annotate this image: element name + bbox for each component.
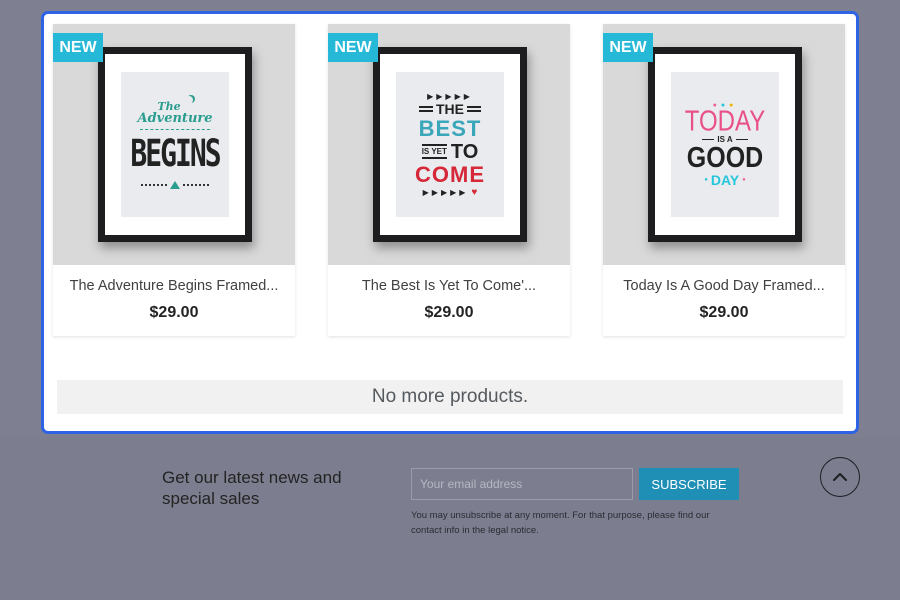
- no-more-products-message: No more products.: [57, 380, 843, 414]
- poster-frame: The Adventure BEGINS: [98, 47, 252, 242]
- poster-text: TODAY: [684, 104, 766, 138]
- poster-art: ▶▶▶▶▶ THE BEST IS YET TO COME ▶▶▶▶▶ ♥: [396, 72, 504, 217]
- chevron-up-icon: [833, 473, 847, 481]
- product-image[interactable]: NEW ●●● TODAY IS A GOOD ● DAY ●: [603, 24, 845, 265]
- poster-art: ●●● TODAY IS A GOOD ● DAY ●: [671, 72, 779, 217]
- product-list: NEW The Adventure BEGINS The Adventure B…: [53, 24, 847, 336]
- product-price: $29.00: [149, 304, 199, 321]
- moon-icon: [185, 96, 193, 104]
- new-badge: NEW: [328, 33, 378, 62]
- poster-text: THE: [436, 100, 464, 117]
- poster-frame: ●●● TODAY IS A GOOD ● DAY ●: [648, 47, 802, 242]
- dot: ●: [704, 176, 708, 183]
- stripe-rule: [419, 105, 433, 112]
- product-card[interactable]: NEW The Adventure BEGINS The Adventure B…: [53, 24, 295, 336]
- poster-text: BEST: [418, 115, 482, 141]
- new-badge: NEW: [53, 33, 103, 62]
- products-modal: NEW The Adventure BEGINS The Adventure B…: [41, 11, 859, 434]
- dot: ●: [742, 176, 746, 183]
- product-price: $29.00: [699, 304, 749, 321]
- product-title[interactable]: The Adventure Begins Framed...: [53, 278, 295, 300]
- poster-text: IS YET: [421, 144, 447, 159]
- tent-icon: [170, 181, 180, 189]
- dashed-rule: [140, 129, 210, 130]
- product-card[interactable]: NEW ●●● TODAY IS A GOOD ● DAY ● Today Is…: [603, 24, 845, 336]
- stripe-rule: [467, 105, 481, 112]
- email-input[interactable]: [411, 468, 633, 500]
- poster-art: The Adventure BEGINS: [121, 72, 229, 217]
- product-price: $29.00: [424, 304, 474, 321]
- new-badge: NEW: [603, 33, 653, 62]
- poster-text: GOOD: [686, 141, 764, 174]
- subscribe-button[interactable]: SUBSCRIBE: [639, 468, 739, 500]
- poster-text: COME: [415, 161, 485, 187]
- scroll-to-top-button[interactable]: [820, 457, 860, 497]
- product-card[interactable]: NEW ▶▶▶▶▶ THE BEST IS YET TO COME ▶▶▶▶▶ …: [328, 24, 570, 336]
- rule: [735, 138, 748, 140]
- product-title[interactable]: The Best Is Yet To Come'...: [328, 278, 570, 300]
- poster-text: TO: [450, 140, 479, 163]
- poster-frame: ▶▶▶▶▶ THE BEST IS YET TO COME ▶▶▶▶▶ ♥: [373, 47, 527, 242]
- poster-text: Adventure: [137, 111, 213, 126]
- product-image[interactable]: NEW The Adventure BEGINS: [53, 24, 295, 265]
- arrow-rule: [183, 184, 209, 186]
- heart-icon: ♥: [471, 186, 478, 198]
- product-title[interactable]: Today Is A Good Day Framed...: [603, 278, 845, 300]
- triangles-row: ▶▶▶▶▶: [422, 187, 469, 197]
- rule: [702, 138, 715, 140]
- product-image[interactable]: NEW ▶▶▶▶▶ THE BEST IS YET TO COME ▶▶▶▶▶ …: [328, 24, 570, 265]
- newsletter-heading: Get our latest news and special sales: [162, 468, 342, 508]
- legal-note: You may unsubscribe at any moment. For t…: [411, 510, 710, 536]
- triangles-row: ▶▶▶▶▶: [427, 91, 473, 101]
- poster-text: BEGINS: [130, 131, 221, 176]
- arrow-rule: [141, 184, 167, 186]
